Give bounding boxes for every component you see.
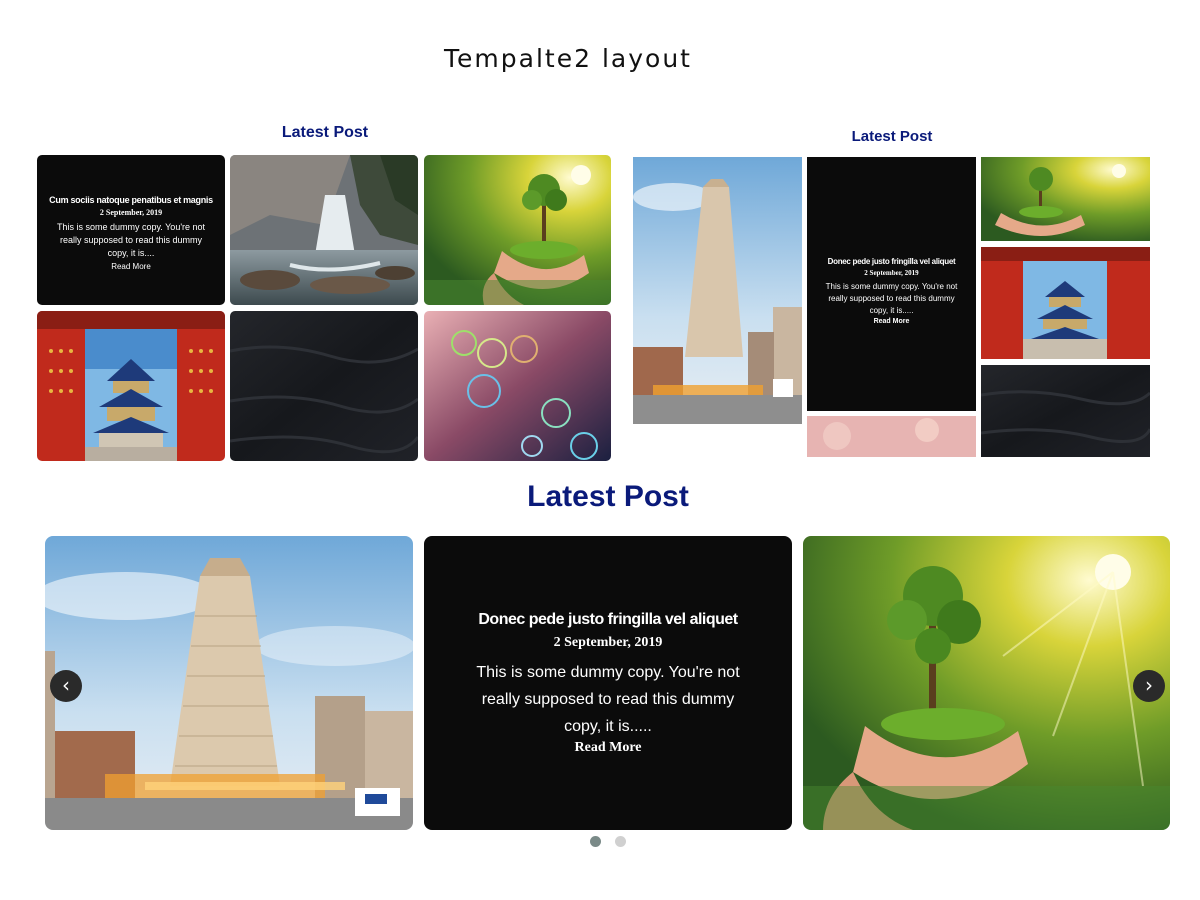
post-title: Donec pede justo fringilla vel aliquet [827,257,956,266]
flatiron-image[interactable] [633,157,802,424]
temple-image[interactable] [981,247,1150,359]
carousel-slide-flatiron[interactable] [45,536,413,830]
read-more-link[interactable]: Read More [874,318,910,325]
post-excerpt: This is some dummy copy. You're not real… [476,663,740,735]
carousel-slide-hands-tree[interactable] [803,536,1170,830]
prev-slide-button[interactable]: ‹ [50,670,82,702]
read-more-link[interactable]: Read More [111,262,151,271]
post-date: 2 September, 2019 [99,208,163,217]
right-grid-heading: Latest Post [851,128,933,145]
post-title: Donec pede justo fringilla vel aliquet [478,610,738,628]
carousel-dot-active[interactable] [590,836,601,847]
bubbles-image[interactable] [807,416,976,457]
page-title: Tempalte2 layout [444,44,692,73]
leather-image[interactable] [981,365,1150,457]
left-post-card[interactable]: Cum sociis natoque penatibus et magnis 2… [37,155,225,305]
carousel-heading: Latest Post [527,480,689,513]
next-slide-button[interactable]: › [1133,670,1165,702]
post-date: 2 September, 2019 [864,269,919,277]
temple-image[interactable] [37,311,225,461]
post-excerpt: This is some dummy copy. You're not real… [56,222,206,258]
post-date: 2 September, 2019 [553,634,663,650]
bubbles-image[interactable] [424,311,611,461]
hands-tree-image[interactable] [981,157,1150,241]
leather-image[interactable] [230,311,418,461]
waterfall-image[interactable] [230,155,418,305]
carousel-post-card[interactable]: Donec pede justo fringilla vel aliquet 2… [424,536,792,830]
right-post-card[interactable]: Donec pede justo fringilla vel aliquet 2… [807,157,976,411]
post-excerpt: This is some dummy copy. You're not real… [825,282,958,315]
hands-tree-image[interactable] [424,155,611,305]
carousel-dot[interactable] [615,836,626,847]
read-more-link[interactable]: Read More [575,740,642,756]
post-title: Cum sociis natoque penatibus et magnis [49,195,213,205]
left-grid-heading: Latest Post [281,124,369,141]
